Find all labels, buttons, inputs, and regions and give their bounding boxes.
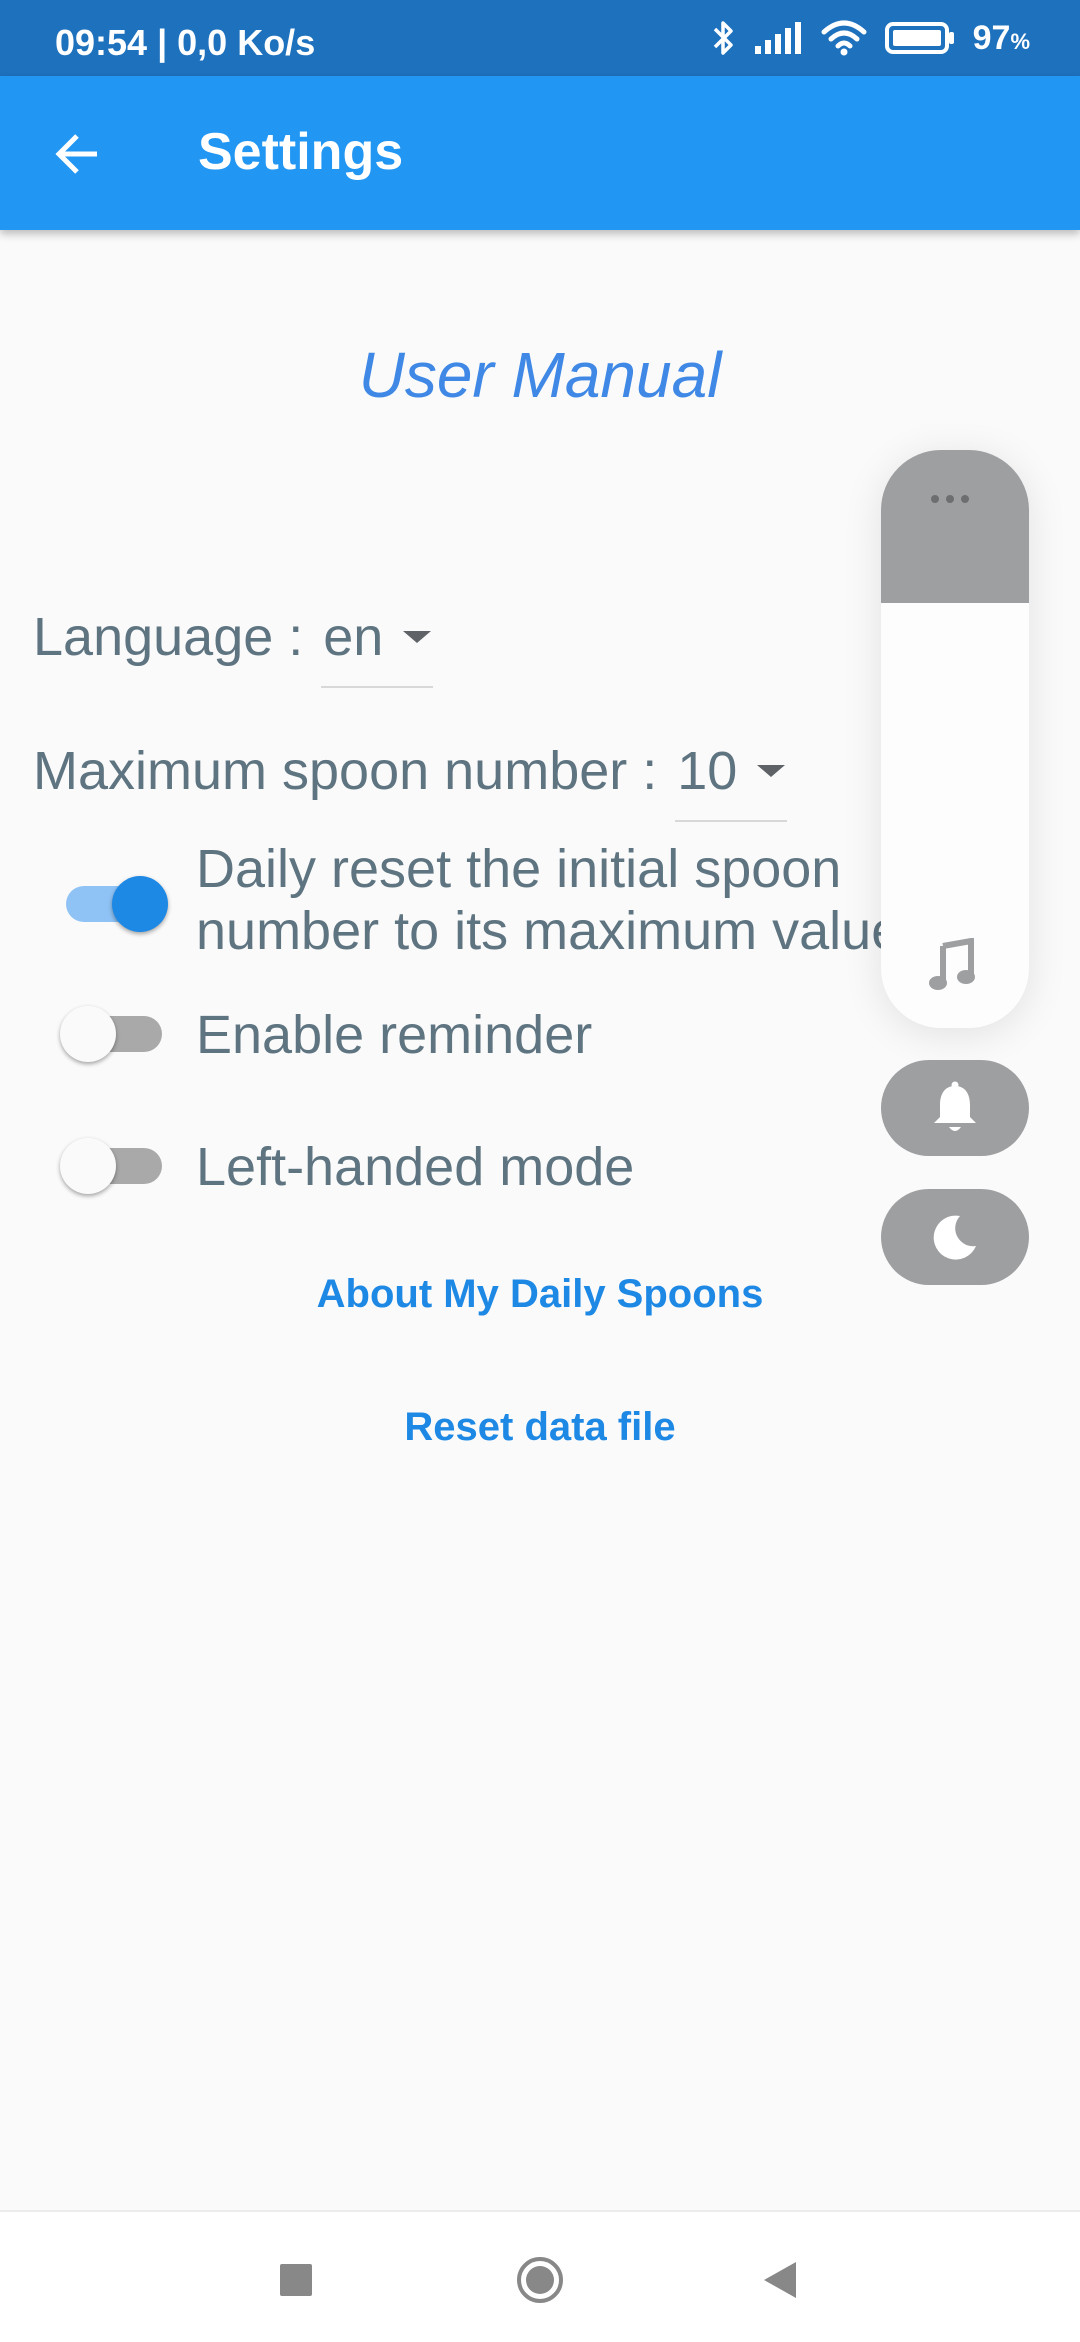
wifi-icon bbox=[821, 20, 867, 56]
status-icons: 97% bbox=[711, 18, 1030, 58]
moon-icon bbox=[933, 1215, 976, 1260]
page-title: Settings bbox=[198, 123, 404, 181]
battery-percent: 97 bbox=[972, 18, 1011, 57]
max-spoon-dropdown[interactable]: 10 bbox=[675, 740, 788, 822]
max-spoon-label: Maximum spoon number : bbox=[33, 741, 658, 801]
language-dropdown[interactable]: en bbox=[321, 606, 434, 688]
max-spoon-row: Maximum spoon number : 10 bbox=[33, 740, 788, 822]
battery-icon bbox=[884, 22, 954, 54]
back-triangle-icon[interactable] bbox=[756, 2256, 804, 2304]
reminder-switch[interactable] bbox=[60, 1006, 162, 1062]
user-manual-link[interactable]: User Manual bbox=[0, 338, 1080, 412]
daily-reset-label: Daily reset the initial spoon number to … bbox=[196, 838, 901, 962]
reminder-label: Enable reminder bbox=[196, 1005, 593, 1065]
arrow-back-icon bbox=[55, 134, 97, 174]
daily-reset-line2: number to its maximum value bbox=[196, 901, 902, 961]
dark-mode-button[interactable] bbox=[881, 1189, 1029, 1285]
battery-unit: % bbox=[1010, 28, 1030, 54]
dropdown-arrow-icon bbox=[403, 631, 432, 643]
switch-thumb bbox=[112, 876, 168, 932]
battery-level: 97% bbox=[973, 19, 1030, 58]
dropdown-arrow-icon bbox=[757, 765, 786, 777]
status-bar: 09:54 | 0,0 Ko/s 97% bbox=[0, 0, 1080, 76]
left-handed-switch[interactable] bbox=[60, 1138, 162, 1194]
volume-level-fill bbox=[881, 450, 1029, 603]
back-button[interactable] bbox=[38, 114, 118, 194]
more-dots-icon[interactable] bbox=[931, 495, 969, 503]
left-handed-label: Left-handed mode bbox=[196, 1137, 635, 1197]
signal-icon bbox=[754, 22, 801, 54]
music-note-icon[interactable] bbox=[927, 938, 981, 992]
home-circle-icon[interactable] bbox=[516, 2256, 564, 2304]
switch-thumb bbox=[60, 1138, 116, 1194]
volume-panel[interactable] bbox=[881, 450, 1029, 1028]
max-spoon-value: 10 bbox=[677, 741, 738, 801]
system-nav-bar bbox=[0, 2210, 1080, 2342]
bluetooth-icon bbox=[713, 21, 733, 55]
reset-data-button[interactable]: Reset data file bbox=[0, 1405, 1080, 1450]
language-value: en bbox=[323, 607, 384, 667]
notification-volume-button[interactable] bbox=[881, 1060, 1029, 1156]
daily-reset-line1: Daily reset the initial spoon bbox=[196, 839, 842, 899]
bell-icon bbox=[934, 1081, 976, 1131]
recents-square-icon[interactable] bbox=[272, 2256, 320, 2304]
status-time: 09:54 | 0,0 Ko/s bbox=[55, 22, 316, 63]
daily-reset-switch[interactable] bbox=[60, 876, 168, 932]
language-row: Language : en bbox=[33, 606, 434, 688]
switch-thumb bbox=[60, 1006, 116, 1062]
language-label: Language : bbox=[33, 607, 304, 667]
app-bar: Settings bbox=[0, 76, 1080, 230]
